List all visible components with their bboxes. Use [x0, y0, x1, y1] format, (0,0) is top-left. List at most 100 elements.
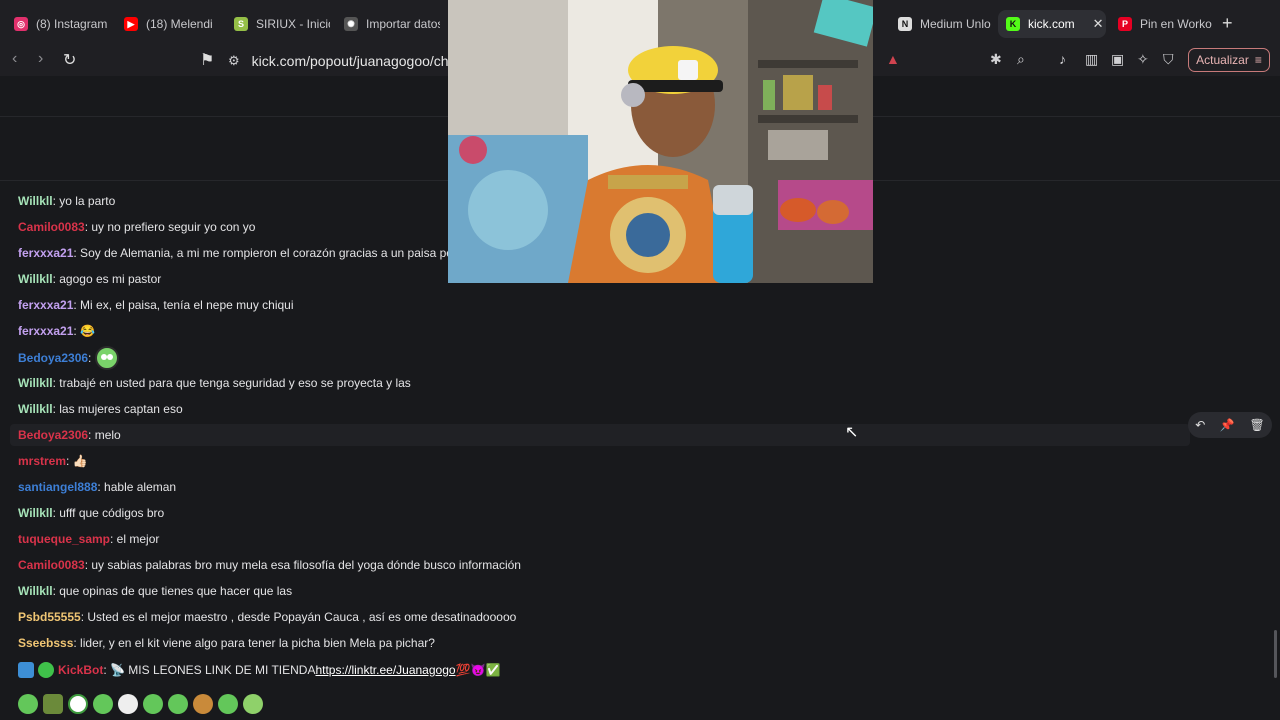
shield-icon[interactable]: ⛉ — [1163, 51, 1174, 68]
chat-username[interactable]: Bedoya2306 — [18, 351, 88, 365]
chat-username[interactable]: santiangel888 — [18, 480, 97, 494]
tab-importar[interactable]: ✺ Importar datos — [336, 10, 440, 38]
undo-icon[interactable]: ↶ — [1195, 418, 1205, 432]
bookmark-icon[interactable]: ⚑ — [200, 50, 214, 70]
chat-username[interactable]: ferxxxa21 — [18, 324, 73, 338]
kick-icon: K — [1006, 17, 1020, 31]
chat-message: Willkll: agogo es mi pastor — [18, 268, 161, 290]
chat-message: ferxxxa21: Soy de Alemania, a mi me romp… — [18, 242, 453, 264]
ai-assistant-icon[interactable]: ✧ — [1137, 51, 1149, 68]
pinterest-icon: P — [1118, 17, 1132, 31]
chat-username[interactable]: ferxxxa21 — [18, 246, 73, 260]
instagram-icon: ◎ — [14, 17, 28, 31]
chat-text: : Mi ex, el paisa, tenía el nepe muy chi… — [73, 298, 294, 312]
stream-video[interactable] — [448, 0, 873, 283]
chat-text: : trabajé en usted para que tenga seguri… — [52, 376, 411, 390]
chat-username[interactable]: Willkll — [18, 376, 53, 390]
forward-icon[interactable]: › — [38, 50, 43, 68]
back-icon[interactable]: ‹ — [12, 50, 17, 68]
chat-message: Willkll: las mujeres captan eso — [18, 398, 183, 420]
chat-message: Camilo0083: uy sabias palabras bro muy m… — [18, 554, 521, 576]
streamer-video-frame — [448, 0, 873, 283]
chat-text: : hable aleman — [97, 480, 177, 494]
emote-icon[interactable] — [218, 694, 238, 714]
chat-username[interactable]: Bedoya2306 — [18, 428, 88, 442]
chat-text: : — [88, 351, 92, 365]
chat-message: santiangel888: hable aleman — [18, 476, 176, 498]
tab-pinterest[interactable]: P Pin en Worko — [1110, 10, 1214, 38]
chat-message: Sseebsss: lider, y en el kit viene algo … — [18, 632, 435, 654]
update-button[interactable]: Actualizar ≡ — [1188, 48, 1270, 72]
delete-icon[interactable]: 🗑 — [1249, 418, 1264, 432]
tab-shopify[interactable]: S SIRIUX - Inicio — [226, 10, 330, 38]
close-tab-icon[interactable]: ✕ — [1093, 16, 1104, 32]
media-icon[interactable]: ♪ — [1059, 51, 1066, 67]
chat-message: Willkll: que opinas de que tienes que ha… — [18, 580, 292, 602]
chat-message: Psbd55555: Usted es el mejor maestro , d… — [18, 606, 516, 628]
tab-label: Medium Unlo — [920, 17, 991, 31]
emote-icon[interactable] — [243, 694, 263, 714]
wallet-icon[interactable]: ▣ — [1111, 51, 1124, 68]
message-actions: ↶ 📌 🗑 — [1188, 412, 1272, 438]
new-tab-icon[interactable]: + — [1222, 13, 1233, 34]
chat-text: : las mujeres captan eso — [52, 402, 183, 416]
tab-kick[interactable]: K kick.com ✕ — [998, 10, 1106, 38]
store-link[interactable]: https://linktr.ee/Juanagogo — [315, 663, 455, 677]
chat-text: : Soy de Alemania, a mi me rompieron el … — [73, 246, 453, 260]
tab-label: kick.com — [1028, 17, 1075, 31]
tab-label: SIRIUX - Inicio — [256, 17, 330, 31]
verified-badge-icon — [38, 662, 54, 678]
chat-username[interactable]: Psbd55555 — [18, 610, 81, 624]
chat-username[interactable]: Willkll — [18, 194, 53, 208]
tab-medium[interactable]: N Medium Unlo — [890, 10, 994, 38]
brave-rewards-icon[interactable]: ▲ — [886, 51, 900, 67]
emote-icon[interactable] — [93, 694, 113, 714]
chat-username[interactable]: tuqueque_samp — [18, 532, 110, 546]
chat-username[interactable]: KickBot — [58, 663, 103, 677]
extensions-icon[interactable]: ✱ — [990, 51, 1002, 68]
chat-message: Camilo0083: uy no prefiero seguir yo con… — [18, 216, 255, 238]
mouse-cursor-icon: ↖ — [845, 424, 859, 441]
sidebar-icon[interactable]: ▥ — [1085, 51, 1098, 68]
chat-text: : melo — [88, 428, 121, 442]
chat-text: : 📡 MIS LEONES LINK DE MI TIENDA — [103, 663, 316, 677]
emote-bar — [18, 694, 263, 716]
emote-icon[interactable] — [168, 694, 188, 714]
emote-icon[interactable] — [193, 694, 213, 714]
chatgpt-icon: ✺ — [344, 17, 358, 31]
chat-text: : agogo es mi pastor — [52, 272, 162, 286]
emote-icon[interactable] — [18, 694, 38, 714]
shopify-icon: S — [234, 17, 248, 31]
chat-username[interactable]: Camilo0083 — [18, 220, 85, 234]
emote-icon[interactable] — [118, 694, 138, 714]
chat-username[interactable]: Willkll — [18, 272, 53, 286]
tab-instagram[interactable]: ◎ (8) Instagram — [6, 10, 110, 38]
site-settings-icon[interactable]: ⚙ — [228, 53, 240, 69]
emote-icon[interactable] — [68, 694, 88, 714]
chat-text: : ufff que códigos bro — [52, 506, 165, 520]
reload-icon[interactable]: ↻ — [63, 50, 76, 70]
tab-label: Pin en Worko — [1140, 17, 1212, 31]
chat-message: Willkll: yo la parto — [18, 190, 115, 212]
chat-username[interactable]: Willkll — [18, 402, 53, 416]
chat-username[interactable]: Camilo0083 — [18, 558, 85, 572]
search-page-icon[interactable]: ⌕ — [1017, 51, 1025, 68]
chat-username[interactable]: Willkll — [18, 584, 53, 598]
emote-icon[interactable] — [43, 694, 63, 714]
chat-username[interactable]: mrstrem — [18, 454, 66, 468]
chat-username[interactable]: Willkll — [18, 506, 53, 520]
update-label: Actualizar — [1196, 53, 1249, 67]
emote-icon[interactable] — [143, 694, 163, 714]
chat-text: : yo la parto — [52, 194, 116, 208]
chat-message: ferxxxa21: Mi ex, el paisa, tenía el nep… — [18, 294, 294, 316]
tab-label: (18) Melendi — [146, 17, 213, 31]
chat-username[interactable]: Sseebsss — [18, 636, 73, 650]
chat-scrollbar[interactable] — [1274, 630, 1277, 678]
tab-youtube[interactable]: ▶ (18) Melendi — [116, 10, 222, 38]
chat-text: : Usted es el mejor maestro , desde Popa… — [80, 610, 517, 624]
pin-icon[interactable]: 📌 — [1220, 418, 1235, 432]
chat-username[interactable]: ferxxxa21 — [18, 298, 73, 312]
moderator-badge-icon — [18, 662, 34, 678]
youtube-icon: ▶ — [124, 17, 138, 31]
chat-message: tuqueque_samp: el mejor — [18, 528, 159, 550]
